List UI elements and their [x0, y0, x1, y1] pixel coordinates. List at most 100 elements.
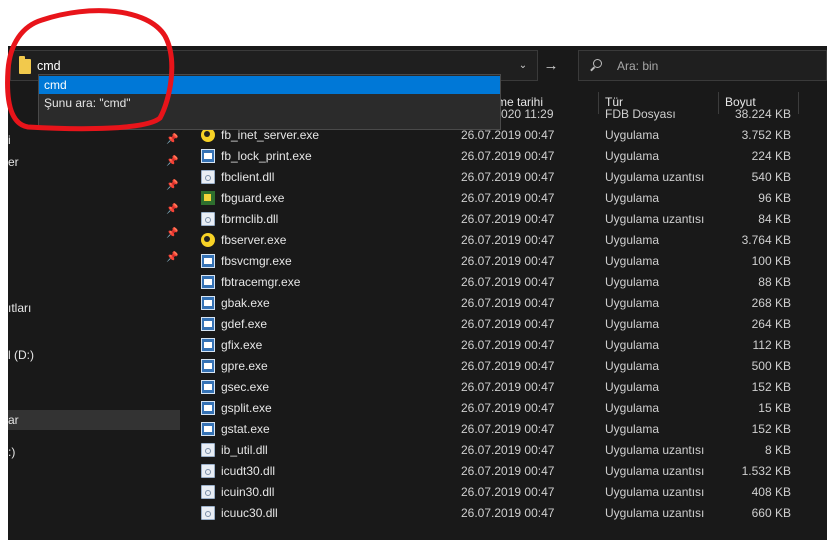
file-name: gfix.exe [221, 338, 263, 352]
file-date: 26.07.2019 00:47 [461, 170, 555, 184]
file-type: FDB Dosyası [605, 107, 676, 121]
nav-item[interactable]: er 📌 [8, 152, 180, 172]
go-arrow-icon[interactable]: → [539, 50, 563, 81]
chevron-down-icon[interactable]: ⌄ [516, 59, 530, 73]
exe-file-icon [201, 401, 215, 415]
file-size: 540 KB [751, 170, 791, 184]
search-icon [593, 59, 602, 68]
file-row[interactable]: fbguard.exe 26.07.2019 00:47 Uygulama 96 KB [180, 188, 827, 209]
exe-file-icon [201, 149, 215, 163]
file-type: Uygulama [605, 422, 660, 436]
guard-file-icon [201, 191, 215, 205]
file-name: fbtracemgr.exe [221, 275, 301, 289]
file-name: fbsvcmgr.exe [221, 254, 292, 268]
file-type: Uygulama [605, 191, 660, 205]
autocomplete-item-cmd[interactable]: cmd [39, 76, 500, 94]
file-row[interactable]: gsec.exe 26.07.2019 00:47 Uygulama 152 KB [180, 377, 827, 398]
file-type: Uygulama uzantısı [605, 212, 705, 226]
file-row[interactable]: fbtracemgr.exe 26.07.2019 00:47 Uygulama 88… [180, 272, 827, 293]
file-type: Uygulama [605, 233, 660, 247]
file-row[interactable]: gfix.exe 26.07.2019 00:47 Uygulama 112 KB [180, 335, 827, 356]
file-row[interactable]: gbak.exe 26.07.2019 00:47 Uygulama 268 KB [180, 293, 827, 314]
nav-item[interactable]: :) [8, 442, 180, 462]
exe-file-icon [201, 338, 215, 352]
file-date: 26.07.2019 00:47 [461, 485, 555, 499]
file-size: 152 KB [751, 380, 791, 394]
file-date: 26.07.2019 00:47 [461, 296, 555, 310]
navigation-pane: i 📌 er 📌 📌 📌 📌 📌 ıtları l (D:) ar :) [8, 88, 180, 540]
nav-item[interactable]: i 📌 [8, 130, 180, 150]
file-size: 88 KB [758, 275, 791, 289]
file-row[interactable]: icudt30.dll 26.07.2019 00:47 Uygulama uzan… [180, 461, 827, 482]
dll-file-icon [201, 485, 215, 499]
pin-icon: 📌 [166, 134, 179, 145]
file-size: 96 KB [758, 191, 791, 205]
file-size: 84 KB [758, 212, 791, 226]
file-size: 8 KB [764, 443, 791, 457]
file-row[interactable]: fbserver.exe 26.07.2019 00:47 Uygulama 3.76… [180, 230, 827, 251]
file-name: gbak.exe [221, 296, 270, 310]
file-name: fbserver.exe [221, 233, 287, 247]
file-explorer-window: ⌄ → cmd Şunu ara: "cmd" i📌 er📌 📌 📌 📌 📌 ı… [8, 46, 827, 540]
file-date: 26.07.2019 00:47 [461, 380, 555, 394]
file-row[interactable]: fbrmclib.dll 26.07.2019 00:47 Uygulama uza… [180, 209, 827, 230]
file-name: ib_util.dll [221, 443, 268, 457]
file-row[interactable]: gsplit.exe 26.07.2019 00:47 Uygulama 15 KB [180, 398, 827, 419]
exe-file-icon [201, 317, 215, 331]
file-row[interactable]: gstat.exe 26.07.2019 00:47 Uygulama 152 KB [180, 419, 827, 440]
file-name: fb_lock_print.exe [221, 149, 312, 163]
dll-file-icon [201, 464, 215, 478]
dll-file-icon [201, 443, 215, 457]
pin-icon: 📌 [166, 228, 179, 239]
file-name: gsec.exe [221, 380, 270, 394]
file-date: 26.07.2019 00:47 [461, 506, 555, 520]
dll-file-icon [201, 170, 215, 184]
file-type: Uygulama [605, 401, 660, 415]
nav-item[interactable]: 📌 [8, 248, 180, 268]
autocomplete-item-search[interactable]: Şunu ara: "cmd" [39, 94, 500, 112]
file-date: 26.07.2019 00:47 [461, 422, 555, 436]
file-date: 26.07.2019 00:47 [461, 191, 555, 205]
file-type: Uygulama [605, 317, 660, 331]
file-name: fbclient.dll [221, 170, 275, 184]
file-row[interactable]: ib_util.dll 26.07.2019 00:47 Uygulama uzan… [180, 440, 827, 461]
file-size: 1.532 KB [741, 464, 791, 478]
file-size: 112 KB [752, 338, 791, 352]
file-name: gstat.exe [221, 422, 270, 436]
file-name: fbguard.exe [221, 191, 285, 205]
file-row[interactable]: fb_lock_print.exe 26.07.2019 00:47 Uygulam… [180, 146, 827, 167]
address-input[interactable] [37, 57, 497, 75]
exe-file-icon [201, 254, 215, 268]
nav-item-selected[interactable]: ar [8, 410, 180, 430]
file-date: 26.07.2019 00:47 [461, 233, 555, 247]
file-type: Uygulama uzantısı [605, 443, 705, 457]
nav-item[interactable]: 📌 [8, 200, 180, 220]
file-name: icuin30.dll [221, 485, 275, 499]
file-date: 26.07.2019 00:47 [461, 401, 555, 415]
file-name: icuuc30.dll [221, 506, 278, 520]
file-type: Uygulama uzantısı [605, 506, 705, 520]
file-row[interactable]: gpre.exe 26.07.2019 00:47 Uygulama 500 KB [180, 356, 827, 377]
dll-file-icon [201, 506, 215, 520]
file-row[interactable]: fbsvcmgr.exe 26.07.2019 00:47 Uygulama 100 … [180, 251, 827, 272]
nav-item[interactable]: 📌 [8, 224, 180, 244]
file-type: Uygulama [605, 338, 660, 352]
file-row[interactable]: icuin30.dll 26.07.2019 00:47 Uygulama uzan… [180, 482, 827, 503]
nav-item[interactable]: 📌 [8, 176, 180, 196]
search-box[interactable] [578, 50, 827, 81]
file-size: 268 KB [751, 296, 791, 310]
file-size: 38.224 KB [734, 107, 791, 121]
file-row[interactable]: gdef.exe 26.07.2019 00:47 Uygulama 264 KB [180, 314, 827, 335]
fb-file-icon [201, 233, 215, 247]
file-size: 152 KB [751, 422, 791, 436]
folder-icon [19, 56, 31, 74]
search-input[interactable] [617, 57, 817, 75]
file-row[interactable]: fbclient.dll 26.07.2019 00:47 Uygulama uza… [180, 167, 827, 188]
file-name: icudt30.dll [221, 464, 276, 478]
nav-item-drive-d[interactable]: l (D:) [8, 345, 180, 365]
nav-item[interactable]: ıtları [8, 298, 180, 318]
pin-icon: 📌 [166, 204, 179, 215]
file-type: Uygulama uzantısı [605, 485, 705, 499]
file-row[interactable]: icuuc30.dll 26.07.2019 00:47 Uygulama uzan… [180, 503, 827, 524]
file-size: 15 KB [758, 401, 791, 415]
